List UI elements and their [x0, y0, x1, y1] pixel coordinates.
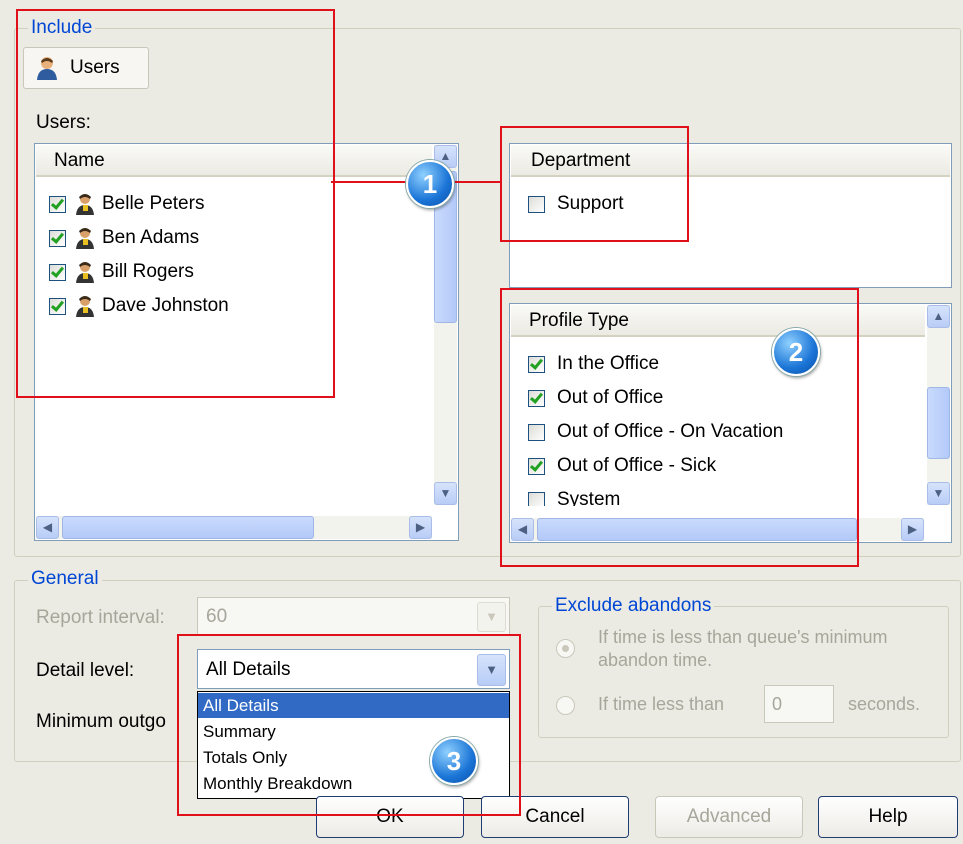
scroll-up-button[interactable]: ▲ — [927, 305, 950, 328]
scroll-thumb[interactable] — [927, 387, 950, 459]
report-interval-label: Report interval: — [36, 607, 165, 628]
scroll-thumb[interactable] — [62, 516, 314, 539]
profile-vscrollbar[interactable]: ▲ ▼ — [927, 305, 950, 505]
minimum-outgoing-label: Minimum outgo — [36, 711, 166, 732]
exclude-abandons-legend: Exclude abandons — [552, 595, 715, 617]
radio-minimum-abandon[interactable] — [556, 639, 575, 658]
callout-box-detail-level — [177, 634, 521, 816]
callout-badge-1: 1 — [406, 160, 454, 208]
detail-level-label: Detail level: — [36, 660, 135, 681]
scroll-down-button[interactable]: ▼ — [434, 482, 457, 505]
scroll-right-button[interactable]: ▶ — [409, 516, 432, 539]
exclude-option1-line2: abandon time. — [598, 650, 713, 670]
advanced-button[interactable]: Advanced — [655, 796, 803, 838]
callout-connector-right — [452, 181, 502, 183]
callout-badge-3: 3 — [430, 737, 478, 785]
exclude-option2-suffix: seconds. — [848, 694, 921, 714]
exclude-option-minimum[interactable]: If time is less than queue's minimum aba… — [556, 627, 946, 677]
chevron-down-icon[interactable]: ▼ — [477, 602, 506, 632]
users-hscrollbar[interactable]: ◀ ▶ — [36, 516, 432, 539]
seconds-value: 0 — [772, 694, 783, 714]
exclude-option2-prefix: If time less than — [598, 694, 725, 714]
scroll-left-button[interactable]: ◀ — [36, 516, 59, 539]
help-button[interactable]: Help — [818, 796, 958, 838]
callout-box-users — [16, 9, 335, 398]
scroll-down-button[interactable]: ▼ — [927, 482, 950, 505]
callout-badge-2: 2 — [772, 328, 820, 376]
report-interval-value: 60 — [206, 606, 228, 627]
scroll-right-button[interactable]: ▶ — [901, 518, 924, 541]
callout-box-department — [500, 126, 689, 242]
report-interval-field[interactable]: 60 ▼ — [197, 597, 510, 635]
exclude-option1-line1: If time is less than queue's minimum — [598, 627, 888, 647]
general-legend: General — [28, 568, 102, 590]
radio-time-less-than[interactable] — [556, 696, 575, 715]
seconds-input[interactable]: 0 — [764, 685, 834, 723]
exclude-option-seconds[interactable]: If time less than 0 seconds. — [556, 685, 946, 725]
callout-connector-left — [331, 181, 407, 183]
